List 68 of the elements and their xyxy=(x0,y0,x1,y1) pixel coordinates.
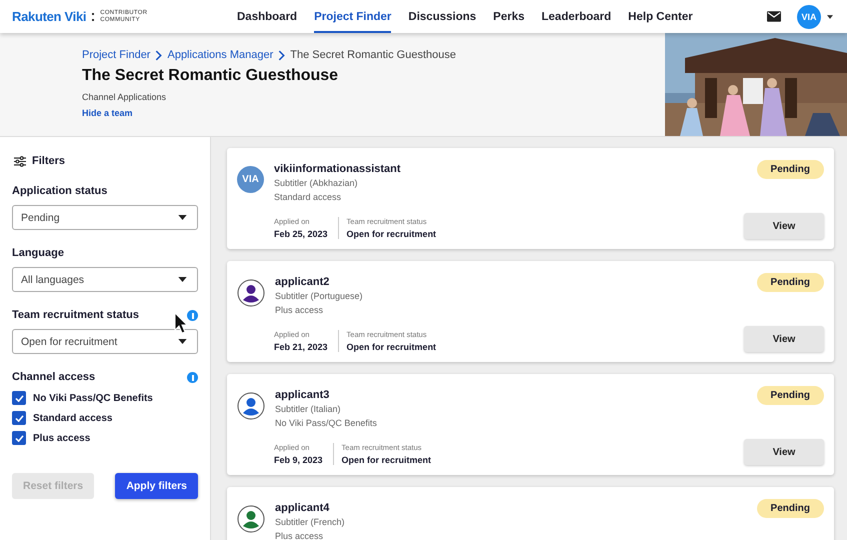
applicant-role: Subtitler (Portuguese) xyxy=(275,290,364,303)
team-status: Open for recruitment xyxy=(342,455,432,465)
chevron-icon xyxy=(278,50,286,60)
dropdown[interactable]: Open for recruitment xyxy=(12,329,198,354)
info-icon[interactable] xyxy=(187,310,198,320)
view-button[interactable]: View xyxy=(744,439,824,465)
caret-icon[interactable] xyxy=(827,14,833,18)
nav-tab[interactable]: Dashboard xyxy=(237,0,298,33)
check-icon xyxy=(14,414,24,422)
check-icon xyxy=(14,434,24,442)
status-badge: Pending xyxy=(756,273,824,292)
access-level: Plus access xyxy=(275,530,324,540)
checkbox-label: Standard access xyxy=(33,412,112,424)
applicant-name: vikiinformationassistant xyxy=(274,162,402,176)
applicant-name: applicant3 xyxy=(275,388,330,402)
checkbox-label: Plus access xyxy=(33,432,90,444)
status-badge: Pending xyxy=(756,160,824,179)
breadcrumb-link[interactable]: Project Finder xyxy=(82,49,150,61)
caret-icon xyxy=(178,277,187,282)
checkbox[interactable] xyxy=(12,431,26,445)
view-button[interactable]: View xyxy=(744,326,824,352)
checkbox[interactable] xyxy=(12,391,26,405)
applicant-role: Subtitler (Abkhazian) xyxy=(274,177,359,190)
nav-tab[interactable]: Discussions xyxy=(408,0,476,33)
applicant-role: Subtitler (Italian) xyxy=(275,403,342,416)
page-title: The Secret Romantic Guesthouse xyxy=(82,67,338,85)
hide-team-link[interactable]: Hide a team xyxy=(82,108,133,118)
logo-separator xyxy=(92,12,94,20)
filters-heading: Filters xyxy=(32,155,66,167)
check-icon xyxy=(14,394,24,402)
applicant-name: applicant4 xyxy=(275,501,330,515)
breadcrumb-link[interactable]: Applications Manager xyxy=(167,49,274,61)
access-level: No Viki Pass/QC Benefits xyxy=(275,417,378,430)
checkbox-label: No Viki Pass/QC Benefits xyxy=(33,392,153,404)
caret-icon xyxy=(178,215,187,220)
status-badge: Pending xyxy=(756,499,824,518)
applicant-role: Subtitler (French) xyxy=(275,516,346,529)
user-avatar: VIA xyxy=(237,166,264,193)
breadcrumb-current: The Secret Romantic Guesthouse xyxy=(290,49,456,61)
team-status: Open for recruitment xyxy=(346,229,436,239)
applied-date: Feb 25, 2023 xyxy=(274,229,328,239)
checkbox[interactable] xyxy=(12,411,26,425)
logo[interactable]: Rakuten Viki xyxy=(12,9,86,24)
filter-label: Channel access xyxy=(12,371,96,383)
applicant-name: applicant2 xyxy=(275,275,330,289)
access-level: Standard access xyxy=(274,191,342,204)
cursor-icon xyxy=(174,312,188,334)
filter-label: Team recruitment status xyxy=(12,309,139,321)
access-level: Plus access xyxy=(275,304,324,317)
info-icon[interactable] xyxy=(187,372,198,382)
page-subtitle: Channel Applications xyxy=(82,92,166,102)
nav-tab[interactable]: Leaderboard xyxy=(542,0,612,33)
caret-icon xyxy=(178,339,187,344)
filter-label: Application status xyxy=(12,185,108,197)
dropdown[interactable]: All languages xyxy=(12,267,198,292)
nav-tab[interactable]: Help Center xyxy=(628,0,693,33)
nav-tab[interactable]: Perks xyxy=(493,0,524,33)
apply-button[interactable]: Apply filters xyxy=(115,473,198,499)
team-status: Open for recruitment xyxy=(346,342,436,352)
dropdown[interactable]: Pending xyxy=(12,205,198,230)
applied-date: Feb 21, 2023 xyxy=(274,342,328,352)
filter-icon xyxy=(14,156,26,166)
applied-date: Feb 9, 2023 xyxy=(274,455,323,465)
filter-label: Language xyxy=(12,247,64,259)
view-button[interactable]: View xyxy=(744,213,824,239)
status-badge: Pending xyxy=(756,386,824,405)
chevron-icon xyxy=(155,50,162,60)
mail-icon[interactable] xyxy=(767,11,781,22)
